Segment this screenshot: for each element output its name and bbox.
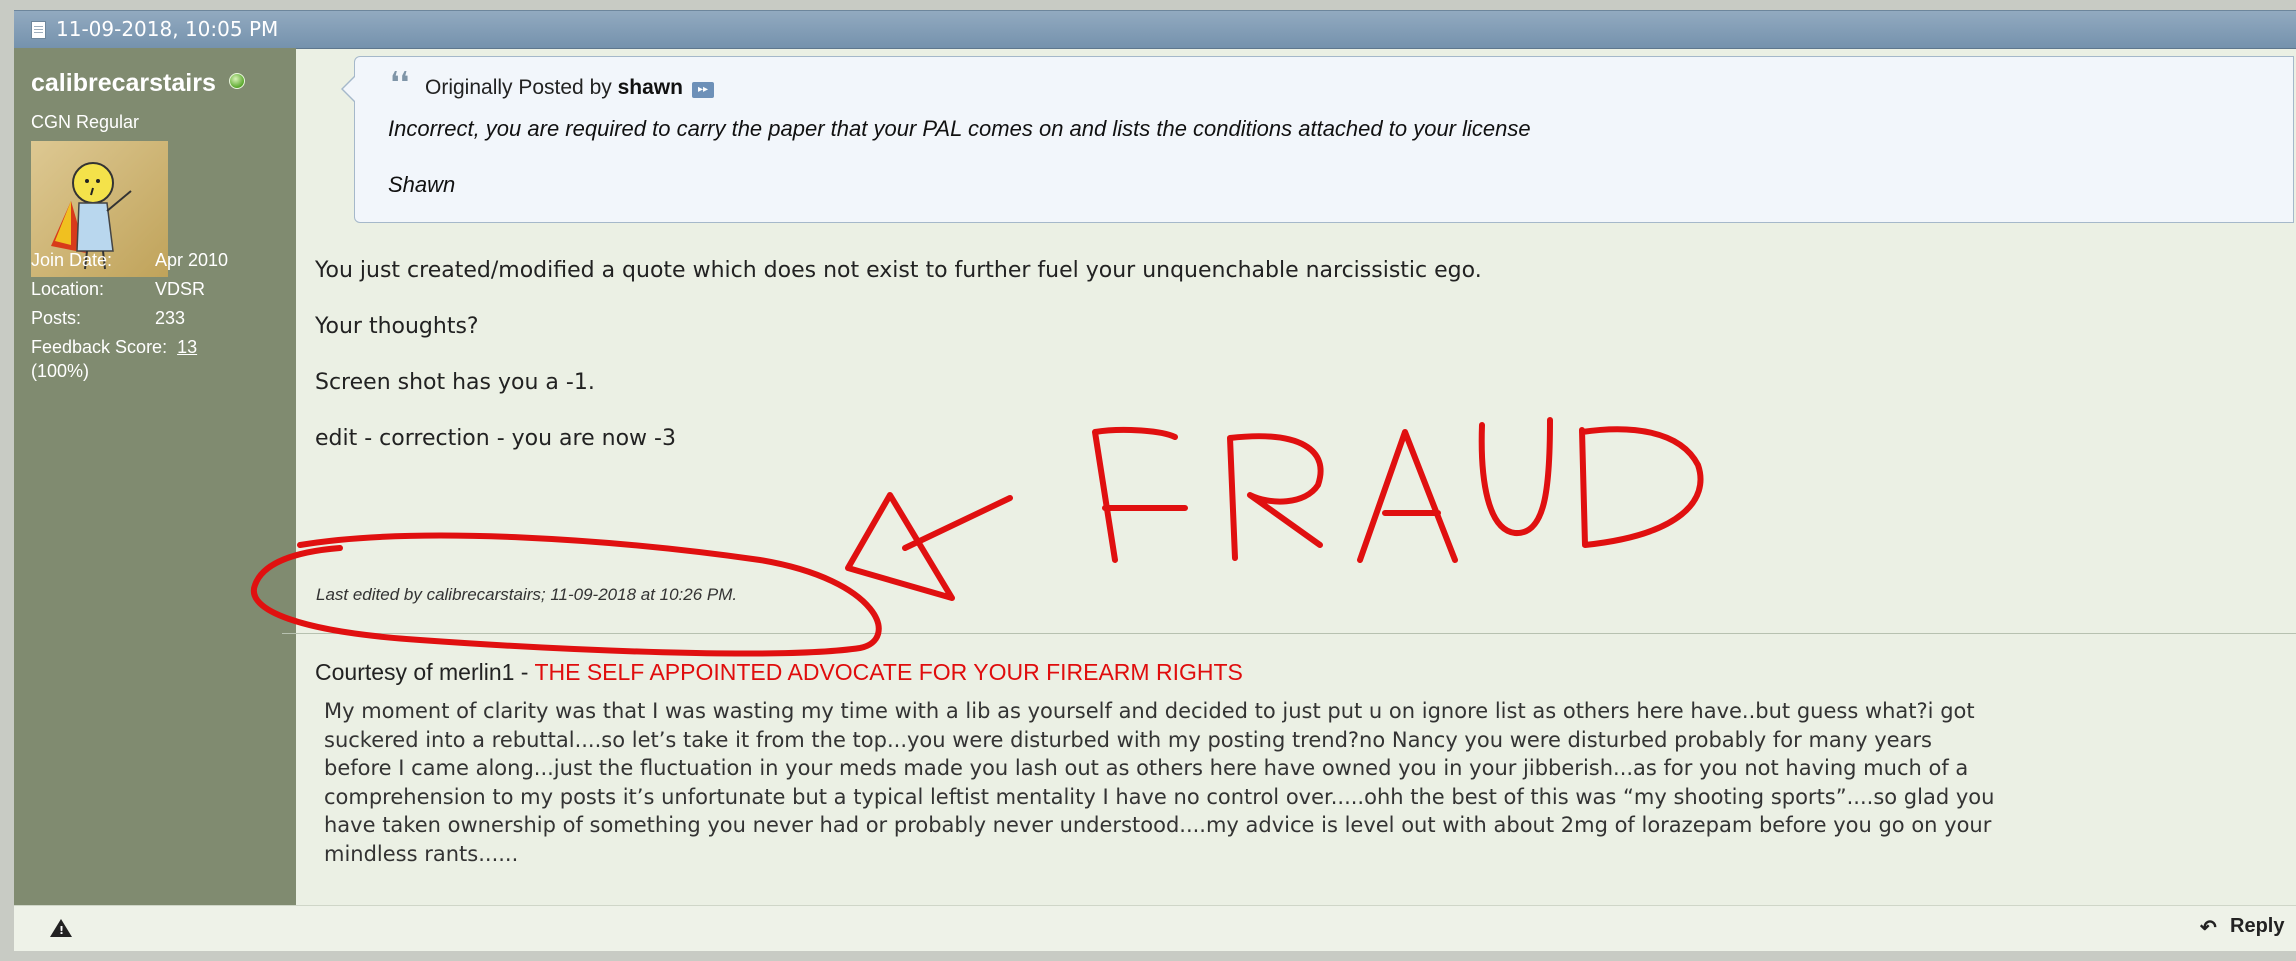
feedback-percent: (100%) <box>31 361 90 381</box>
signature-line: mindless rants...... <box>324 841 519 866</box>
posts-row: Posts: 233 <box>31 308 186 328</box>
join-date-row: Join Date: Apr 2010 <box>31 250 229 270</box>
online-status-icon <box>229 73 245 89</box>
feedback-row: Feedback Score: 13 <box>31 337 198 357</box>
username-link[interactable]: calibrecarstairs <box>31 69 216 98</box>
last-edited-note: Last edited by calibrecarstairs; 11-09-2… <box>316 585 738 604</box>
signature-text: My moment of clarity was that I was wast… <box>324 697 2184 869</box>
signature-highlight: THE SELF APPOINTED ADVOCATE FOR YOUR FIR… <box>534 659 1243 685</box>
user-sidebar: calibrecarstairs CGN Regular Join Date: A… <box>14 48 296 905</box>
document-icon <box>31 21 46 39</box>
location-row: Location: VDSR <box>31 279 206 299</box>
signature-line: before I came along...just the fluctuati… <box>324 756 1969 781</box>
posts-value: 233 <box>155 308 186 328</box>
signature-divider <box>282 633 2296 634</box>
post-body-line: You just created/modified a quote which … <box>315 258 1482 283</box>
post-header: 11-09-2018, 10:05 PM <box>14 10 2296 49</box>
feedback-score-link[interactable]: 13 <box>177 337 197 357</box>
post-body-line: edit - correction - you are now -3 <box>315 426 676 451</box>
signature-line: comprehension to my posts it’s unfortuna… <box>324 784 1995 809</box>
signature-heading: Courtesy of merlin1 - THE SELF APPOINTED… <box>315 659 1243 685</box>
reply-label: Reply <box>2230 915 2285 937</box>
post-date: 11-09-2018, 10:05 PM <box>56 17 279 41</box>
post-footer <box>14 905 2296 951</box>
reply-arrow-icon: ↶ <box>2200 917 2217 939</box>
signature-line: have taken ownership of something you ne… <box>324 813 1992 838</box>
post-body-line: Your thoughts? <box>315 314 479 339</box>
post-body-line: Screen shot has you a -1. <box>315 370 595 395</box>
quote-line: Incorrect, you are required to carry the… <box>388 116 1531 141</box>
signature-line: suckered into a rebuttal....so let’s tak… <box>324 727 1932 752</box>
quote-signature: Shawn <box>388 172 456 197</box>
location-value: VDSR <box>155 279 206 299</box>
quote-icon: ❛❛ <box>390 66 410 101</box>
view-post-icon[interactable]: ▸▸ <box>692 82 714 98</box>
join-date-value: Apr 2010 <box>155 250 229 270</box>
quote-header: Originally Posted by shawn <box>425 76 683 99</box>
signature-line: My moment of clarity was that I was wast… <box>324 699 1975 723</box>
user-title: CGN Regular <box>31 112 140 132</box>
quote-author: shawn <box>617 76 683 99</box>
